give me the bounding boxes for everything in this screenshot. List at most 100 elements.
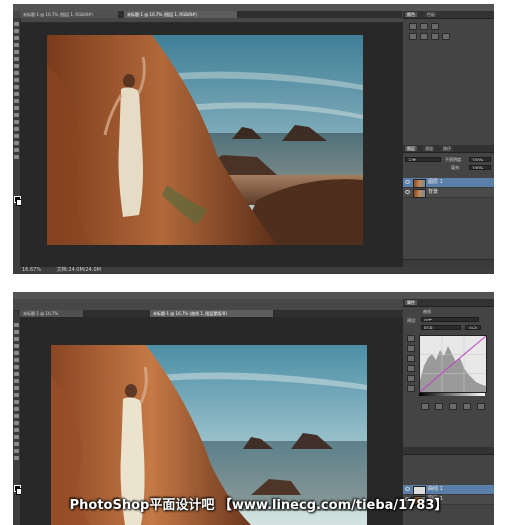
quick-select-tool-icon[interactable] — [14, 43, 19, 47]
pencil-draw-icon[interactable] — [407, 385, 415, 392]
white-point-eyedropper-icon[interactable] — [407, 365, 415, 372]
blur-tool-icon[interactable] — [14, 106, 19, 110]
lasso-tool-icon[interactable] — [14, 337, 19, 341]
visibility-eye-icon[interactable] — [405, 487, 410, 491]
panel-icon[interactable] — [442, 33, 450, 40]
gray-point-eyedropper-icon[interactable] — [407, 355, 415, 362]
tab-layers[interactable]: 图层 — [405, 146, 417, 151]
panel-icon[interactable] — [431, 33, 439, 40]
eraser-tool-icon[interactable] — [14, 92, 19, 96]
path-select-tool-icon[interactable] — [14, 435, 19, 439]
hand-tool-icon[interactable] — [14, 449, 19, 453]
toggle-visibility-icon[interactable] — [463, 403, 471, 410]
eraser-tool-icon[interactable] — [14, 393, 19, 397]
opacity-label: 不透明度: — [445, 157, 463, 162]
view-previous-icon[interactable] — [435, 403, 443, 410]
lasso-tool-icon[interactable] — [14, 36, 19, 40]
visibility-eye-icon[interactable] — [405, 180, 410, 184]
panel-icon[interactable] — [409, 23, 417, 30]
panel-icon[interactable] — [431, 23, 439, 30]
status-bar: 16.67% 文档:24.0M/24.0M — [13, 267, 494, 274]
gradient-tool-icon[interactable] — [14, 99, 19, 103]
layer-row-1[interactable]: 图层 1 — [403, 178, 494, 188]
gradient-tool-icon[interactable] — [14, 400, 19, 404]
document-tab[interactable]: 未标题-1 @ 16.7% (图层 1, RGB/8#) — [20, 11, 119, 18]
menu-bar[interactable] — [13, 292, 494, 299]
tab-color[interactable]: 颜色 — [405, 12, 417, 17]
layers-footer-toolbar[interactable] — [403, 259, 494, 267]
beach-model-photo — [47, 35, 363, 245]
history-brush-tool-icon[interactable] — [14, 386, 19, 390]
type-tool-icon[interactable] — [14, 428, 19, 432]
blur-tool-icon[interactable] — [14, 407, 19, 411]
panel-icon[interactable] — [420, 33, 428, 40]
layers-panel-header — [403, 447, 494, 455]
path-select-tool-icon[interactable] — [14, 134, 19, 138]
marquee-tool-icon[interactable] — [14, 330, 19, 334]
canvas-area[interactable] — [21, 23, 403, 267]
on-image-adjust-icon[interactable] — [407, 335, 415, 342]
layers-panel-header: 图层 通道 路径 — [403, 145, 494, 153]
photoshop-window-2: 未标题-1 @ 16.7% 未标题-1 @ 16.7% (曲线 1, 图层蒙版/… — [13, 292, 494, 525]
visibility-eye-icon[interactable] — [405, 190, 410, 194]
marquee-tool-icon[interactable] — [14, 29, 19, 33]
document-photo[interactable] — [47, 35, 363, 245]
panel-icon[interactable] — [420, 23, 428, 30]
preset-select[interactable]: 自定 — [421, 317, 479, 322]
document-tab-bar: 未标题-1 @ 16.7% 未标题-1 @ 16.7% (曲线 1, 图层蒙版/… — [20, 310, 402, 317]
pen-tool-icon[interactable] — [14, 120, 19, 124]
hand-tool-icon[interactable] — [14, 148, 19, 152]
reset-icon[interactable] — [449, 403, 457, 410]
panel-icon[interactable] — [409, 33, 417, 40]
shape-tool-icon[interactable] — [14, 141, 19, 145]
stamp-tool-icon[interactable] — [14, 78, 19, 82]
black-point-eyedropper-icon[interactable] — [407, 345, 415, 352]
dodge-tool-icon[interactable] — [14, 414, 19, 418]
curves-label: 曲线 — [423, 309, 431, 314]
opacity-field[interactable]: 100% — [469, 157, 491, 162]
curves-graph[interactable] — [419, 335, 487, 393]
move-tool-icon[interactable] — [14, 22, 19, 26]
clip-to-layer-icon[interactable] — [421, 403, 429, 410]
curves-histogram-svg — [419, 335, 487, 393]
healing-tool-icon[interactable] — [14, 365, 19, 369]
type-tool-icon[interactable] — [14, 127, 19, 131]
delete-icon[interactable] — [477, 403, 485, 410]
fill-field[interactable]: 100% — [469, 165, 491, 170]
pen-tool-icon[interactable] — [14, 421, 19, 425]
eyedropper-tool-icon[interactable] — [14, 358, 19, 362]
menu-bar[interactable] — [13, 4, 494, 11]
document-tab-bar: 未标题-1 @ 16.7% (图层 1, RGB/8#) 未标题-1 @ 16.… — [20, 11, 402, 18]
history-brush-tool-icon[interactable] — [14, 85, 19, 89]
zoom-tool-icon[interactable] — [14, 155, 19, 159]
preset-label: 预设: — [407, 318, 417, 323]
channel-select[interactable]: RGB — [421, 325, 461, 330]
quick-select-tool-icon[interactable] — [14, 344, 19, 348]
zoom-tool-icon[interactable] — [14, 456, 19, 460]
auto-button[interactable]: 自动 — [465, 325, 481, 330]
brush-tool-icon[interactable] — [14, 372, 19, 376]
document-tab-active[interactable]: 未标题-1 @ 16.7% (曲线 1, 图层蒙版/8) — [150, 310, 274, 317]
eyedropper-tool-icon[interactable] — [14, 57, 19, 61]
stamp-tool-icon[interactable] — [14, 379, 19, 383]
move-tool-icon[interactable] — [14, 323, 19, 327]
layer-thumbnail — [413, 189, 426, 198]
shape-tool-icon[interactable] — [14, 442, 19, 446]
healing-tool-icon[interactable] — [14, 64, 19, 68]
dodge-tool-icon[interactable] — [14, 113, 19, 117]
document-tab[interactable]: 未标题-1 @ 16.7% — [20, 310, 84, 317]
curve-edit-icon[interactable] — [407, 375, 415, 382]
crop-tool-icon[interactable] — [14, 50, 19, 54]
blend-mode-select[interactable]: 正常 — [405, 157, 441, 162]
layer-name: 曲线 1 — [428, 486, 443, 492]
layer-row-background[interactable]: 背景 — [403, 188, 494, 198]
tab-swatches[interactable]: 色板 — [425, 12, 437, 17]
doc-size-readout: 文档:24.0M/24.0M — [56, 267, 101, 273]
crop-tool-icon[interactable] — [14, 351, 19, 355]
tab-channels[interactable]: 通道 — [423, 146, 435, 151]
zoom-readout[interactable]: 16.67% — [22, 267, 41, 273]
brush-tool-icon[interactable] — [14, 71, 19, 75]
tab-paths[interactable]: 路径 — [441, 146, 453, 151]
document-tab-active[interactable]: 未标题-1 @ 16.7% (图层 1, RGB/8#) — [124, 11, 238, 18]
input-gradient-bar — [419, 393, 485, 396]
